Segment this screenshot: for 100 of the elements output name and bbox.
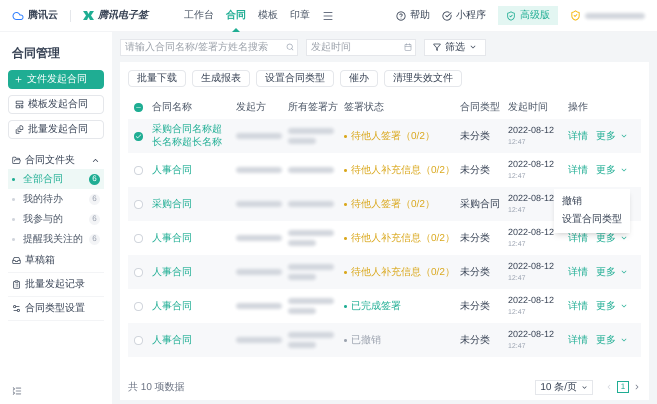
nav-tab[interactable]: 模板 [258,0,278,32]
contract-type: 未分类 [460,266,490,278]
files-icon [15,125,24,134]
toolbar-button[interactable]: 生成报表 [192,70,250,87]
template-icon [15,100,24,109]
row-checkbox[interactable] [134,268,142,276]
help-link[interactable]: 帮助 [396,8,430,23]
inbox-icon [12,256,21,265]
caret-icon[interactable] [620,234,628,242]
cloud-logo-icon [12,10,24,22]
status-text: 待他人补充信息（0/2） [351,266,455,280]
contract-type: 未分类 [460,164,490,176]
menu-item[interactable]: 设置合同类型 [554,210,630,228]
date-field[interactable]: 发起时间 [306,38,416,56]
row-checkbox[interactable] [134,200,142,208]
previous-page-icon[interactable] [605,383,613,391]
toolbar-button[interactable]: 批量下载 [128,70,186,87]
date-text: 2022-08-12 [508,124,556,137]
row-checkbox[interactable] [134,132,142,140]
contract-type: 未分类 [460,300,490,312]
start-contract-button[interactable]: 模板发起合同 [8,95,104,114]
brand-name: 腾讯云 [28,8,58,23]
sidebar-item[interactable]: 草稿箱 [8,249,104,273]
toolbar-button[interactable]: 催办 [340,70,378,87]
menu-icon[interactable] [322,10,334,22]
row-checkbox[interactable] [134,166,142,174]
collapse-icon[interactable] [12,386,22,396]
caret-icon [469,43,477,51]
blurred-text [288,230,334,236]
status-text: 待他人补充信息（0/2） [351,164,455,178]
toolbar-button[interactable]: 设置合同类型 [256,70,334,87]
filter-button[interactable]: 筛选 [424,38,486,56]
column-header: 发起方 [235,100,267,114]
blurred-text [288,274,316,280]
help-icon [396,10,406,20]
caret-icon[interactable] [620,302,628,310]
column-header: 所有签署方 [287,100,339,114]
column-header: 签署状态 [343,100,385,114]
menu-item[interactable]: 撤销 [554,192,630,210]
caret-icon[interactable] [620,268,628,276]
blurred-text [288,298,334,304]
contract-type: 未分类 [460,130,490,142]
caret-icon[interactable] [620,166,628,174]
caret-icon[interactable] [620,132,628,140]
next-page-icon[interactable] [633,383,641,391]
blurred-text [288,264,334,270]
row-checkbox[interactable] [134,302,142,310]
check-icon [134,132,142,140]
contract-type: 未分类 [460,334,490,346]
status-text: 已完成签署 [351,300,401,314]
date-text: 2022-08-12 [508,158,556,171]
shield-icon [506,10,516,20]
calendar-icon [404,43,412,51]
plus-icon [14,75,23,84]
blurred-text [236,269,282,275]
filter-icon [433,43,441,51]
search-icon [286,43,294,51]
search-field[interactable]: 请输入合同名称/签署方姓名搜索 [120,38,298,56]
blurred-text [288,128,334,134]
row-checkbox[interactable] [134,336,142,344]
blurred-text [288,308,316,314]
select-all-checkbox[interactable] [134,102,142,112]
contract-type: 未分类 [460,232,490,244]
folder-icon [12,156,21,164]
sidebar-title: 合同管理 [11,45,61,62]
mini-program-link[interactable]: 小程序 [442,8,486,23]
row-checkbox[interactable] [134,234,142,242]
toolbar-button[interactable]: 清理失效文件 [384,70,462,87]
logo-icon [83,11,94,20]
blurred-text [236,337,282,343]
date-text: 2022-08-12 [508,260,556,273]
status-text: 已撤销 [351,334,381,348]
blurred-text [288,240,316,246]
date-text: 2022-08-12 [508,294,556,307]
clipboard-icon [12,280,21,289]
blurred-text [288,201,334,207]
page-size-select[interactable]: 10 条/页 [535,380,593,394]
contract-type: 采购合同 [460,198,500,210]
blurred-text [236,133,282,139]
blurred-text [288,342,316,348]
column-header: 合同类型 [459,100,501,114]
folder-subitem[interactable]: 我参与的 6 [8,209,104,229]
blurred-text [236,303,282,309]
status-text: 待他人签署（0/2） [351,198,435,212]
folder-item[interactable]: 合同文件夹 [8,151,104,169]
check-circle-icon [442,10,452,20]
product-name: 腾讯电子签 [98,8,148,23]
folder-subitem[interactable]: 我的待办 6 [8,189,104,209]
sidebar-item[interactable]: 合同类型设置 [8,297,104,321]
folder-subitem[interactable]: 提醒我关注的 6 [8,229,104,249]
column-header: 合同名称 [151,100,193,114]
total-count: 共 10 项数据 [128,380,185,394]
caret-icon[interactable] [620,336,628,344]
nav-tab[interactable]: 印章 [290,0,310,32]
column-header: 操作 [567,100,589,114]
blurred-text [288,138,316,144]
date-text: 2022-08-12 [508,226,556,239]
nav-tab[interactable]: 工作台 [184,0,214,32]
start-contract-button[interactable]: 批量发起合同 [8,120,104,139]
sidebar-item[interactable]: 批量发起记录 [8,273,104,297]
